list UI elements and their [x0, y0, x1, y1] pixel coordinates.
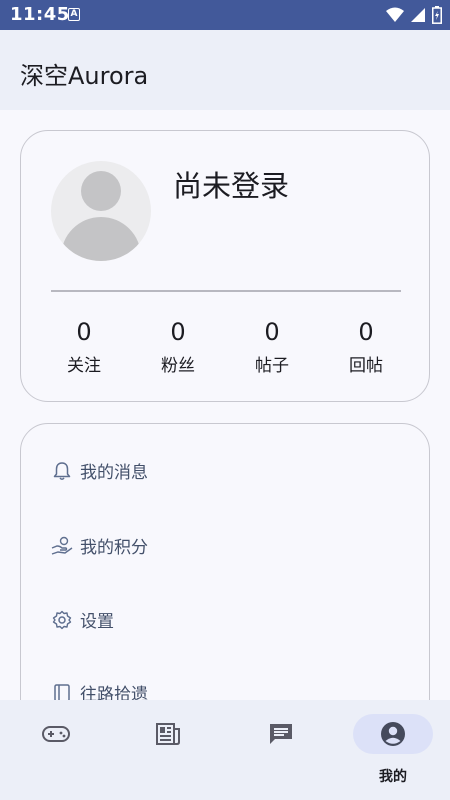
stat-following[interactable]: 0 关注 [37, 317, 131, 376]
newspaper-icon [156, 723, 180, 745]
stat-value: 0 [264, 318, 280, 346]
stat-value: 0 [358, 318, 374, 346]
stat-followers[interactable]: 0 粉丝 [131, 317, 225, 376]
avatar-head [81, 171, 121, 211]
avatar[interactable] [51, 161, 151, 261]
signal-icon [411, 8, 425, 22]
nav-item-games[interactable] [16, 700, 128, 800]
stat-label: 关注 [67, 356, 101, 376]
bottom-nav: 我的 [0, 700, 450, 800]
avatar-body [61, 217, 141, 261]
stat-posts[interactable]: 0 帖子 [225, 317, 319, 376]
profile-divider [51, 290, 401, 292]
app-title: 深空Aurora [20, 62, 149, 90]
status-icons [386, 6, 442, 24]
menu-label: 设置 [80, 612, 114, 632]
gamepad-icon [42, 726, 70, 742]
notification-a-icon: A [68, 8, 80, 21]
points-icon [51, 535, 73, 557]
battery-icon [432, 6, 442, 24]
nav-pill [241, 714, 321, 754]
nav-item-profile[interactable]: 我的 [353, 700, 450, 800]
profile-card[interactable]: 尚未登录 0 关注 0 粉丝 0 帖子 0 回帖 [20, 130, 430, 402]
nav-label: 我的 [379, 769, 407, 785]
stat-label: 回帖 [349, 356, 383, 376]
menu-label: 我的积分 [80, 538, 148, 558]
status-bar: 11:45 A [0, 0, 450, 30]
app-bar: 深空Aurora [0, 30, 450, 110]
nav-pill-active [353, 714, 433, 754]
gear-icon [51, 609, 73, 631]
account-icon [381, 722, 405, 746]
menu-item-points[interactable]: 我的积分 [51, 533, 148, 558]
profile-stats: 0 关注 0 粉丝 0 帖子 0 回帖 [37, 317, 413, 376]
stat-label: 粉丝 [161, 356, 195, 376]
stat-value: 0 [76, 318, 92, 346]
stat-label: 帖子 [255, 356, 289, 376]
nav-pill [16, 714, 96, 754]
bell-icon [51, 460, 73, 482]
menu-item-messages[interactable]: 我的消息 [51, 458, 148, 483]
stat-value: 0 [170, 318, 186, 346]
nav-item-chat[interactable] [241, 700, 353, 800]
chat-icon [270, 724, 292, 744]
menu-label: 我的消息 [80, 463, 148, 483]
status-time: 11:45 [10, 4, 70, 25]
nav-item-news[interactable] [128, 700, 240, 800]
stat-replies[interactable]: 0 回帖 [319, 317, 413, 376]
menu-card: 我的消息 我的积分 设置 往路拾遗 [20, 423, 430, 743]
nav-pill [128, 714, 208, 754]
wifi-icon [386, 7, 404, 22]
login-status[interactable]: 尚未登录 [173, 163, 289, 205]
menu-item-settings[interactable]: 设置 [51, 607, 114, 632]
